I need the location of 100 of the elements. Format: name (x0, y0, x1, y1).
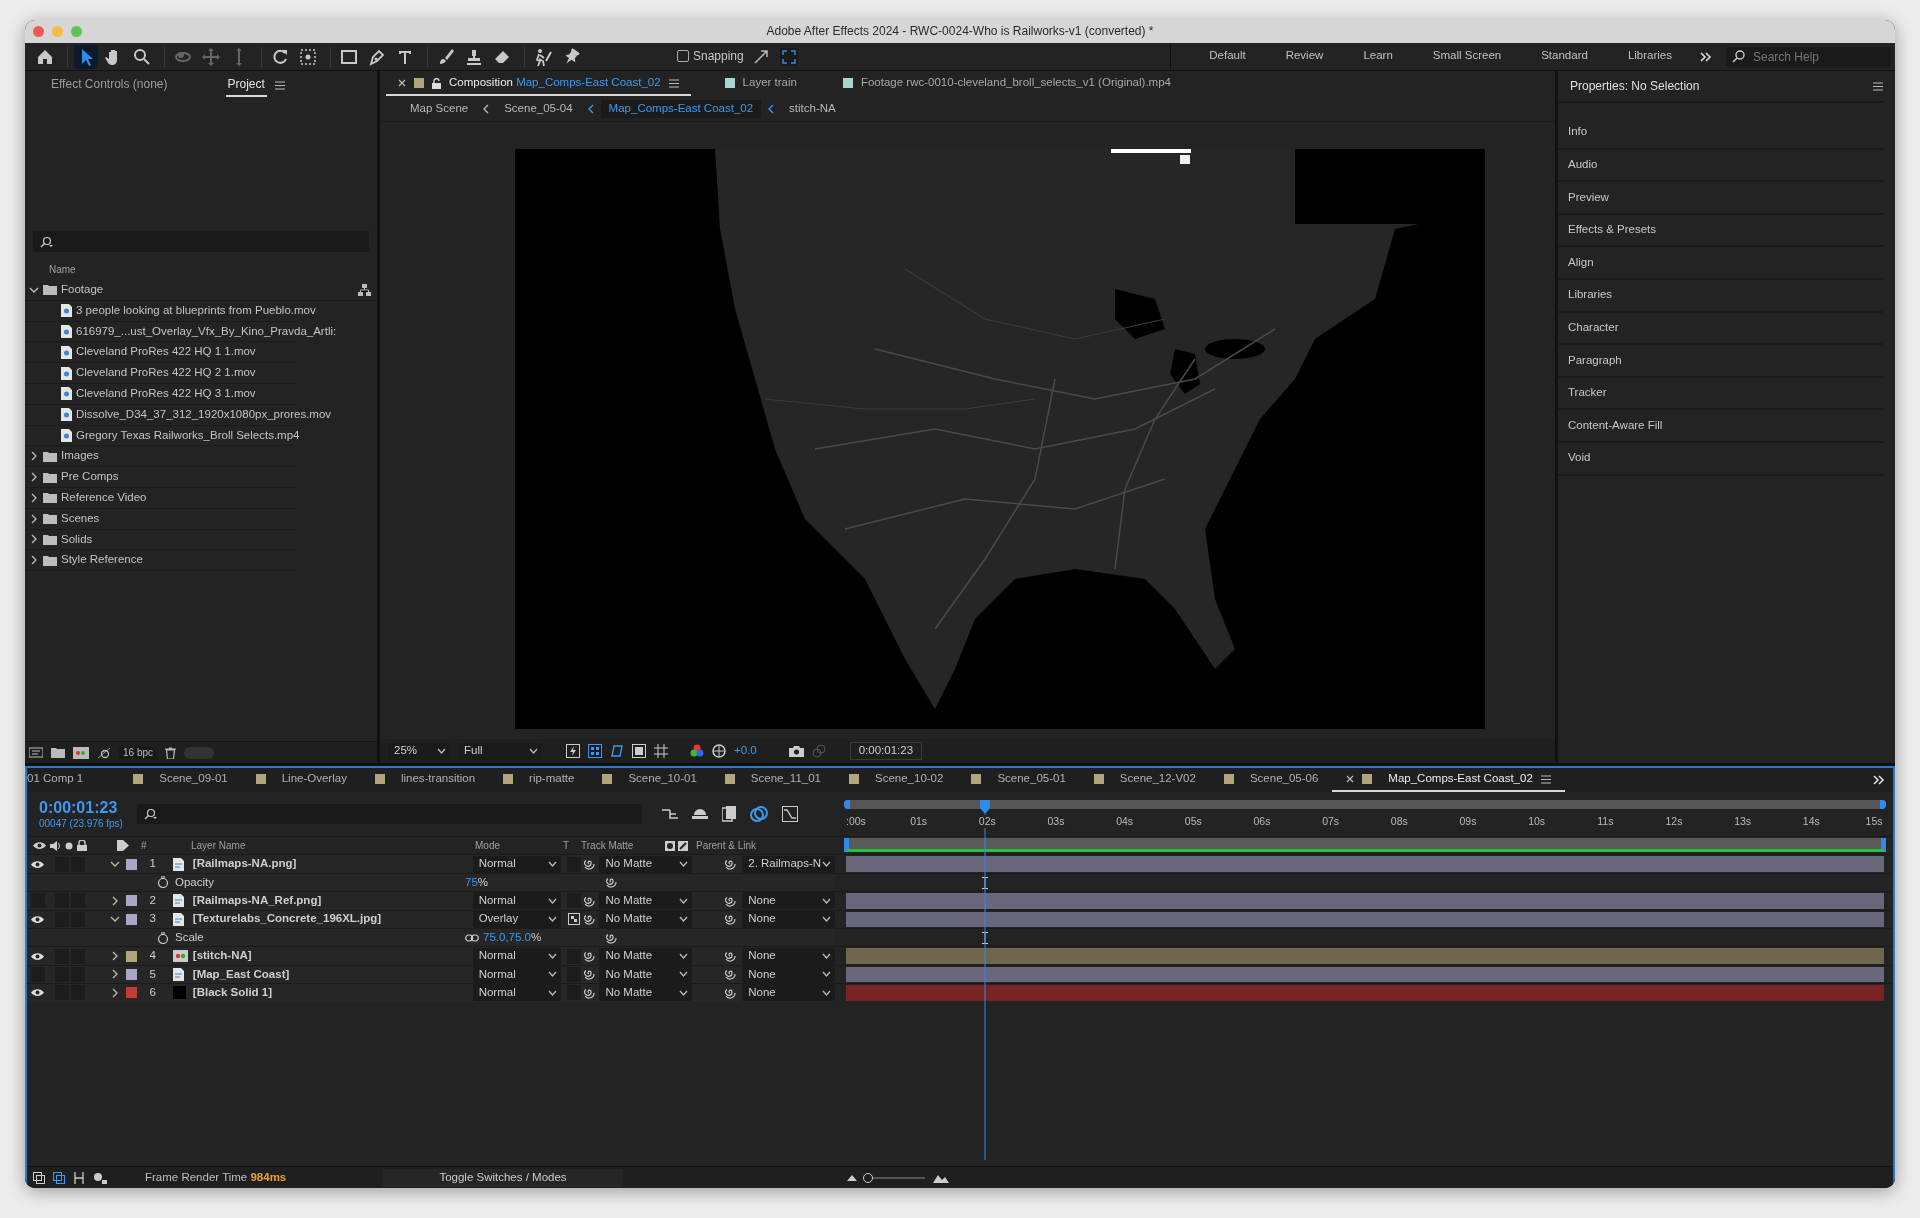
layer-name[interactable]: [Railmaps-NA_Ref.png] (192, 893, 473, 908)
panel-link[interactable]: Preview (1558, 182, 1883, 215)
range-handle[interactable] (844, 800, 850, 809)
panel-link[interactable]: Libraries (1558, 279, 1883, 313)
folder-name[interactable]: Footage (61, 283, 104, 297)
alpha-matte-icon[interactable] (665, 840, 675, 851)
layer-duration-bar[interactable] (846, 966, 1884, 983)
chevron-right-icon[interactable] (29, 472, 39, 483)
breadcrumb[interactable]: stitch-NA (781, 100, 844, 118)
pick-whip-icon[interactable] (724, 913, 737, 926)
folder-name[interactable]: Pre Comps (61, 470, 119, 484)
chevron-left-icon[interactable] (586, 104, 595, 114)
panel-tab[interactable]: Project (225, 75, 267, 97)
pick-whip-icon[interactable] (724, 950, 737, 963)
parent-dropdown[interactable]: None (742, 984, 835, 1002)
track-matte-dropdown[interactable]: No Matte (599, 892, 693, 910)
track-matte-dropdown[interactable]: No Matte (599, 947, 693, 965)
luma-matte-icon[interactable] (678, 840, 688, 851)
snapping-checkbox[interactable]: Snapping (677, 49, 744, 64)
workspace-tab[interactable]: Review (1265, 43, 1344, 70)
file-name[interactable]: Gregory Texas Railworks_Broll Selects.mp4 (76, 428, 300, 443)
layer-name[interactable]: [Map_East Coast] (192, 967, 473, 982)
panel-link[interactable]: Effects & Presets (1558, 214, 1883, 248)
pick-whip-icon[interactable] (583, 858, 596, 871)
file-name[interactable]: Cleveland ProRes 422 HQ 3 1.mov (76, 387, 256, 401)
work-area-bar[interactable] (844, 838, 1886, 852)
transparency-checkbox-icon[interactable] (568, 913, 581, 926)
label-color-swatch[interactable] (126, 895, 138, 907)
breadcrumb[interactable]: Scene_05-04 (496, 100, 581, 118)
mask-path-icon[interactable] (610, 744, 624, 758)
menu-icon[interactable] (1873, 81, 1883, 91)
resolution-dropdown[interactable]: Full (458, 742, 542, 760)
folder-name[interactable]: Scenes (61, 511, 100, 526)
workspace-tab[interactable]: Libraries (1607, 43, 1692, 70)
mode-dropdown[interactable]: Normal (472, 892, 562, 910)
composition-tab[interactable]: rip-matte (489, 768, 589, 792)
project-settings-icon[interactable] (97, 746, 111, 759)
parent-dropdown[interactable]: None (742, 892, 835, 910)
link-icon[interactable] (465, 933, 479, 942)
layer-search-field[interactable] (137, 804, 642, 824)
grid-icon[interactable] (654, 744, 668, 758)
property-value[interactable]: 75.0,75.0% (483, 930, 542, 945)
layer-name[interactable]: [Railmaps-NA.png] (192, 857, 473, 871)
workspace-tab[interactable]: Default (1189, 43, 1266, 70)
file-name[interactable]: Cleveland ProRes 422 HQ 2 1.mov (76, 366, 256, 380)
transparency-grid-icon[interactable] (588, 744, 602, 758)
workspace-tab[interactable]: Small Screen (1412, 43, 1522, 70)
layer-name[interactable]: [Black Solid 1] (192, 985, 473, 1000)
mode-dropdown[interactable]: Overlay (472, 910, 562, 928)
composition-tab[interactable]: 01 Comp 1 (27, 768, 98, 792)
track-matte-dropdown[interactable]: No Matte (599, 984, 693, 1002)
pick-whip-icon[interactable] (724, 968, 737, 981)
stopwatch-icon[interactable] (157, 876, 169, 889)
chevron-right-icon[interactable] (29, 492, 39, 503)
pick-whip-icon[interactable] (605, 931, 617, 944)
workspace-tab[interactable]: Learn (1343, 43, 1413, 70)
layer-name[interactable]: [Texturelabs_Concrete_196XL.jpg] (192, 912, 473, 927)
close-icon[interactable] (1346, 775, 1355, 783)
draft-3d-icon[interactable] (692, 807, 708, 821)
new-composition-icon[interactable] (73, 746, 89, 759)
folder-name[interactable]: Images (61, 449, 99, 464)
pick-whip-icon[interactable] (583, 894, 596, 907)
pick-whip-icon[interactable] (583, 968, 596, 981)
more-chevron-icon[interactable] (1873, 774, 1885, 786)
file-name[interactable]: Dissolve_D34_37_312_1920x1080px_prores.mov (76, 407, 332, 422)
label-color-swatch[interactable] (126, 950, 138, 962)
track-matte-dropdown[interactable]: No Matte (599, 910, 693, 928)
toggle-switches-modes-button[interactable]: Toggle Switches / Modes (383, 1168, 623, 1187)
composition-tab[interactable]: Scene_05-01 (957, 768, 1080, 792)
chevron-right-icon[interactable] (29, 513, 39, 524)
exposure-icon[interactable] (712, 744, 726, 758)
label-tag-icon[interactable] (117, 840, 129, 852)
composition-tab[interactable]: Scene_10-01 (588, 768, 711, 792)
lock-icon[interactable] (77, 840, 87, 852)
chevron-right-icon[interactable] (29, 534, 39, 545)
chevron-left-icon[interactable] (482, 104, 491, 114)
chevron-left-icon[interactable] (767, 104, 776, 114)
bit-depth-button[interactable]: 16 bpc (119, 746, 158, 759)
timecode-field[interactable]: 0:00:01:23 (849, 742, 923, 760)
current-time[interactable]: 0:00:01:23 (39, 798, 137, 818)
breadcrumb[interactable]: Map_Comps-East Coast_02 (600, 100, 762, 118)
composition-tab[interactable]: Layer train (712, 72, 809, 96)
menu-icon[interactable] (1540, 774, 1551, 784)
composition-tab[interactable]: Scene_11_01 (710, 768, 835, 792)
render-time-icon[interactable] (93, 1171, 107, 1184)
eye-icon[interactable] (33, 841, 46, 851)
parent-dropdown[interactable]: 2. Railmaps-N (742, 855, 835, 873)
keyframe-marker-icon[interactable] (981, 876, 988, 889)
stopwatch-icon[interactable] (157, 931, 169, 944)
layer-name[interactable]: [stitch-NA] (192, 949, 473, 963)
track-matte-dropdown[interactable]: No Matte (599, 855, 693, 873)
mode-dropdown[interactable]: Normal (472, 947, 562, 965)
composition-tab[interactable]: Line-Overlay (241, 768, 361, 792)
panel-link[interactable]: Audio (1558, 149, 1883, 183)
composition-tab[interactable]: Scene_10-02 (835, 768, 958, 792)
panel-link[interactable]: Align (1558, 247, 1883, 280)
solo-dot-icon[interactable] (65, 841, 73, 850)
mode-dropdown[interactable]: Normal (472, 855, 562, 873)
label-color-swatch[interactable] (126, 858, 138, 870)
graph-editor-icon[interactable] (782, 806, 798, 822)
